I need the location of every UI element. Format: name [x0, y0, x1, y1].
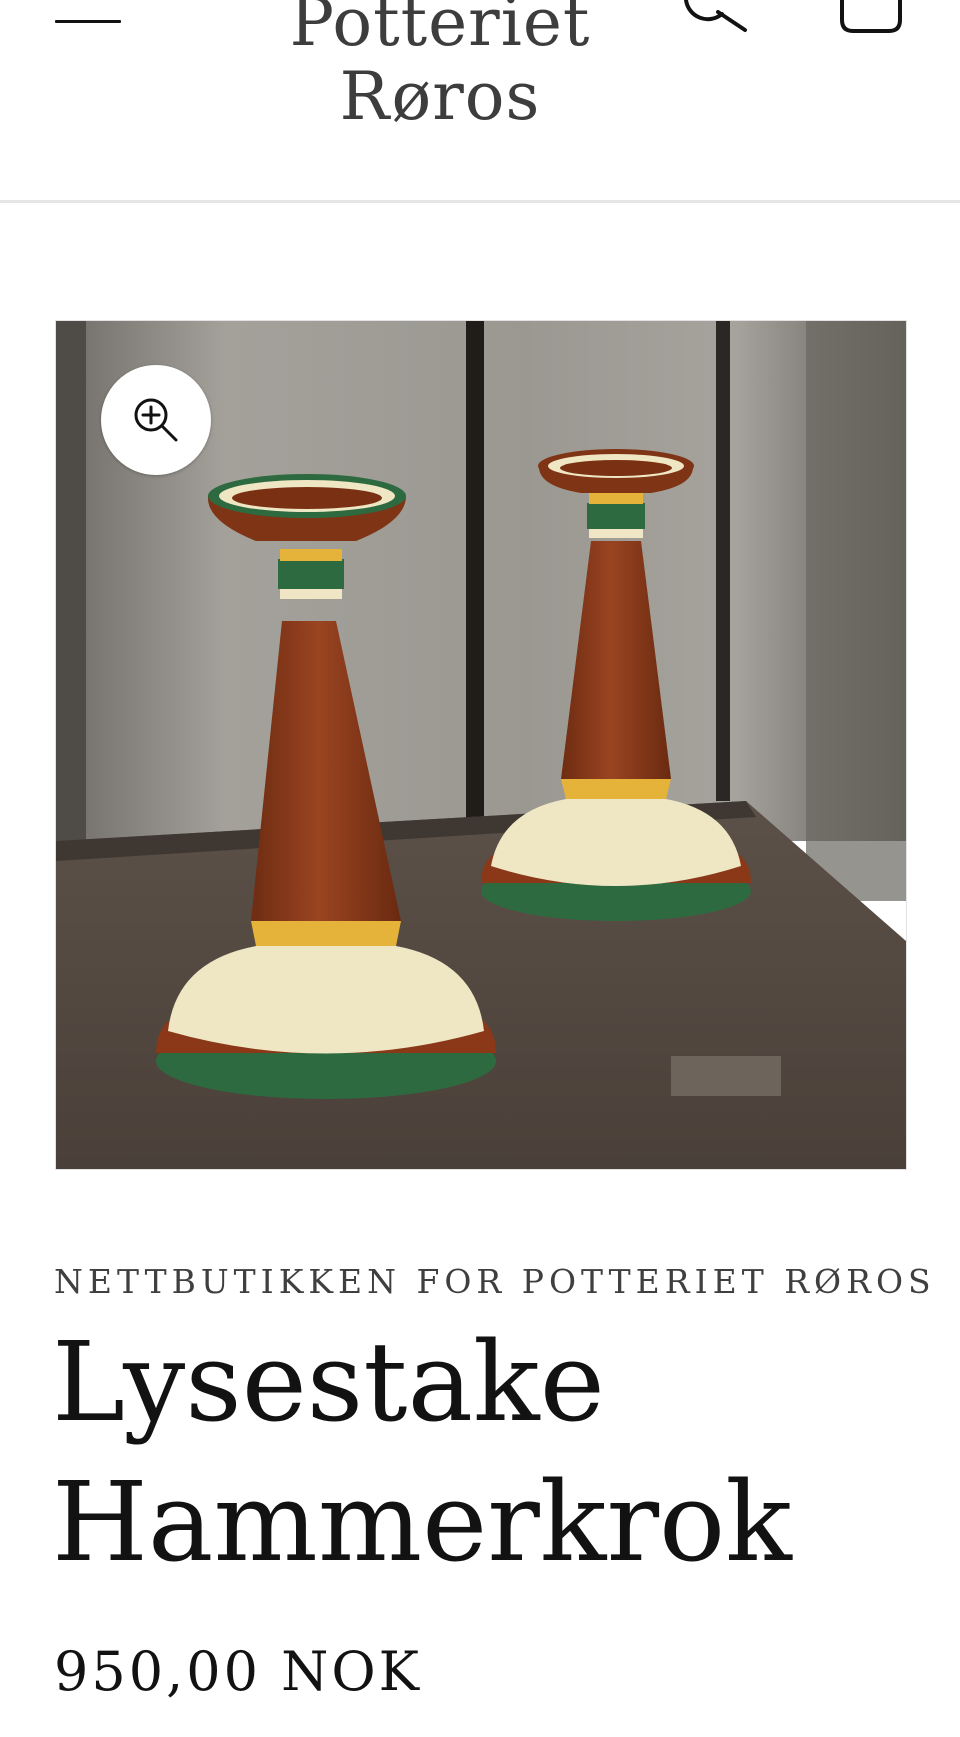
- product-vendor: NETTBUTIKKEN FOR POTTERIET RØROS: [54, 1262, 936, 1301]
- product-title: Lysestake Hammerkrok: [52, 1318, 792, 1586]
- logo-line-1: Potteriet: [289, 0, 591, 61]
- search-icon: [684, 0, 747, 32]
- product-price: 950,00 NOK: [54, 1640, 422, 1703]
- hamburger-menu-icon: [55, 20, 121, 23]
- search-button[interactable]: [676, 0, 756, 36]
- hamburger-menu-button[interactable]: [55, 14, 121, 34]
- cart-icon: [840, 0, 902, 33]
- zoom-button[interactable]: [101, 365, 211, 475]
- store-logo[interactable]: Potteriet Røros: [230, 0, 650, 134]
- header-divider: [0, 200, 960, 203]
- cart-button[interactable]: [833, 0, 913, 36]
- logo-line-2: Røros: [339, 58, 541, 135]
- site-header: Potteriet Røros: [0, 0, 960, 203]
- zoom-in-icon: [134, 398, 178, 442]
